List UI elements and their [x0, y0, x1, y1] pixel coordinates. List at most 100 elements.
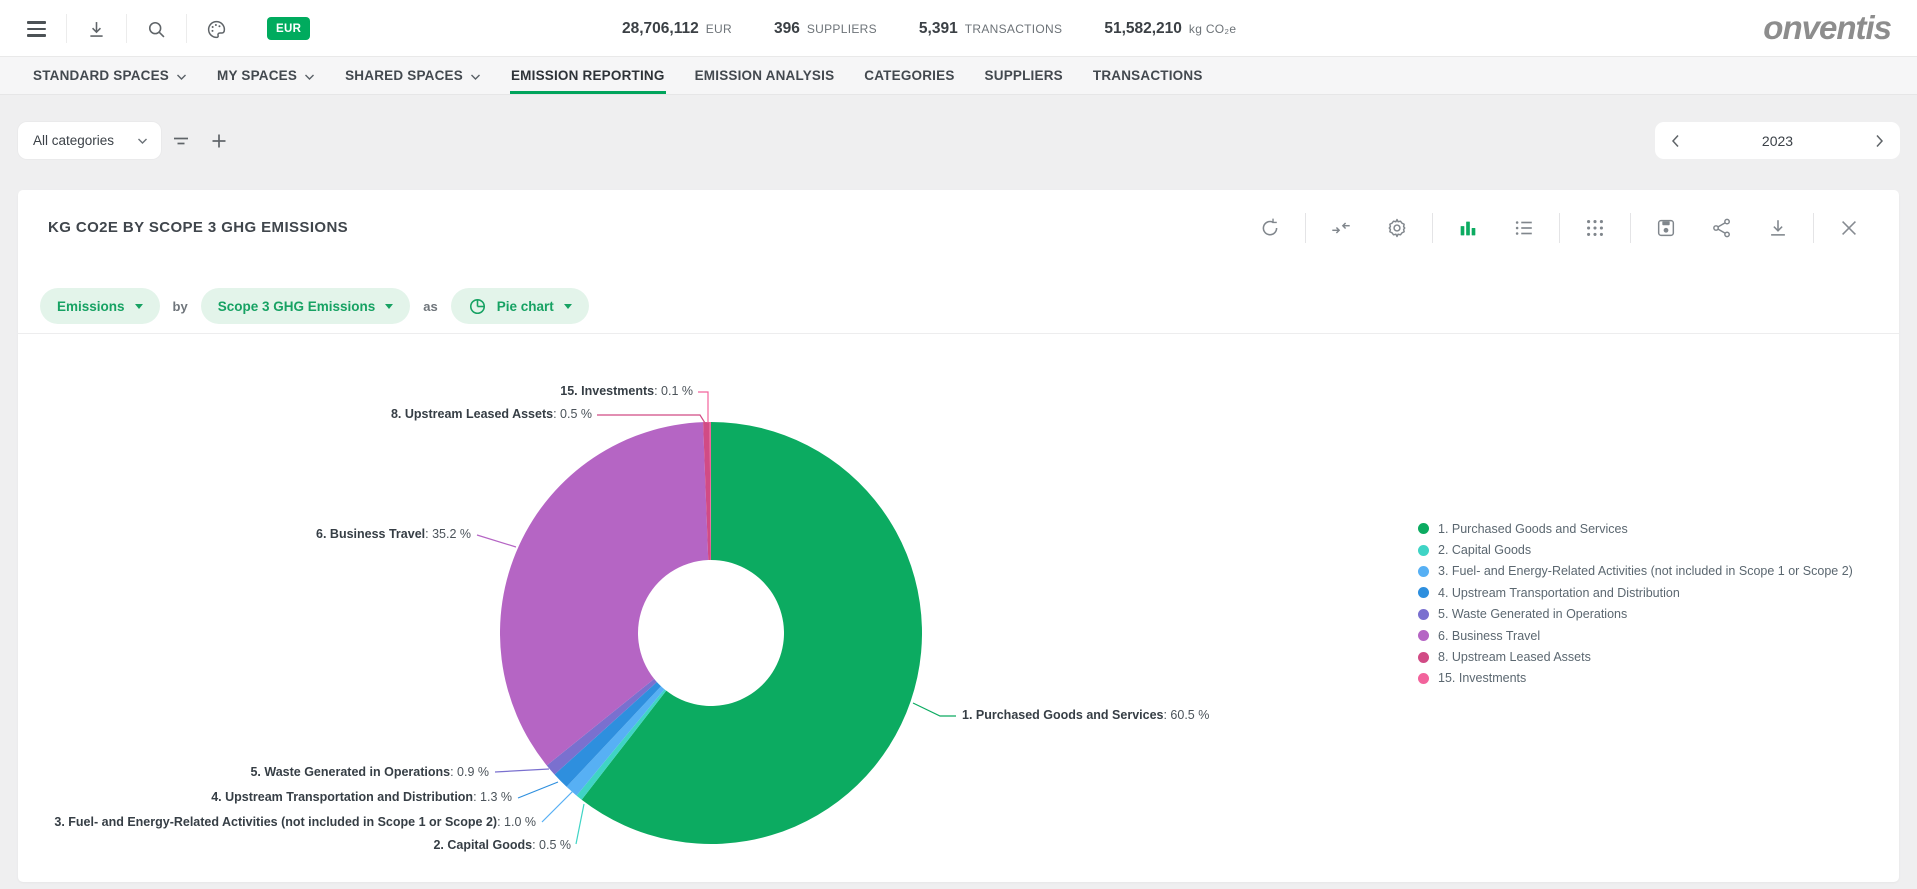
- pie-chart-icon: [468, 297, 487, 316]
- menu-icon[interactable]: [24, 17, 48, 41]
- main-nav: STANDARD SPACES MY SPACES SHARED SPACES EMI…: [0, 57, 1917, 95]
- slice-label: 2. Capital Goods: 0.5 %: [433, 838, 571, 852]
- legend-label: 1. Purchased Goods and Services: [1438, 522, 1628, 536]
- add-filter-icon[interactable]: [208, 130, 230, 152]
- slice-label: 8. Upstream Leased Assets: 0.5 %: [391, 407, 592, 421]
- merge-columns-icon[interactable]: [1330, 217, 1352, 239]
- label-leader-line: [542, 790, 574, 822]
- stat-unit: kg CO₂e: [1189, 22, 1236, 36]
- list-view-icon[interactable]: [1513, 217, 1535, 239]
- category-select[interactable]: All categories: [18, 122, 161, 159]
- grid-dots-icon[interactable]: [1584, 217, 1606, 239]
- legend-item[interactable]: 3. Fuel- and Energy-Related Activities (…: [1418, 561, 1853, 582]
- tab-label: MY SPACES: [217, 68, 297, 83]
- chevron-down-icon: [176, 73, 187, 81]
- label-leader-line: [597, 415, 705, 423]
- search-icon[interactable]: [144, 17, 168, 41]
- stat-value: 28,706,112: [622, 20, 699, 38]
- tab-label: SHARED SPACES: [345, 68, 463, 83]
- legend-label: 3. Fuel- and Energy-Related Activities (…: [1438, 564, 1853, 578]
- tab-transactions[interactable]: TRANSACTIONS: [1078, 57, 1218, 94]
- download-icon[interactable]: [84, 17, 108, 41]
- filter-row: All categories 2023: [0, 95, 1917, 190]
- measure-chip[interactable]: Emissions: [40, 288, 160, 324]
- divider: [126, 14, 127, 43]
- legend-item[interactable]: 1. Purchased Goods and Services: [1418, 518, 1853, 539]
- tab-emission-reporting[interactable]: EMISSION REPORTING: [496, 57, 680, 94]
- top-header: EUR 28,706,112EUR396SUPPLIERS5,391TRANSA…: [0, 0, 1917, 57]
- card-toolbar: [1242, 212, 1877, 244]
- chevron-down-icon: [135, 304, 143, 309]
- chart-type-chip[interactable]: Pie chart: [451, 288, 589, 324]
- filter-lines-icon[interactable]: [170, 130, 192, 152]
- year-selector: 2023: [1655, 122, 1900, 159]
- tab-standard-spaces[interactable]: STANDARD SPACES: [18, 57, 202, 94]
- legend-item[interactable]: 6. Business Travel: [1418, 625, 1853, 646]
- chevron-down-icon: [564, 304, 572, 309]
- report-card: KG CO2E BY SCOPE 3 GHG EMISSIONS: [18, 190, 1899, 882]
- legend-label: 15. Investments: [1438, 671, 1526, 685]
- by-label: by: [173, 299, 188, 314]
- header-stat: 51,582,210kg CO₂e: [1104, 20, 1236, 38]
- dimension-chip-label: Scope 3 GHG Emissions: [218, 299, 376, 314]
- onventis-logo: onventis: [1763, 9, 1891, 47]
- previous-year-button[interactable]: [1671, 134, 1680, 148]
- label-leader-line: [698, 392, 708, 423]
- header-stat: 28,706,112 EUR: [622, 20, 732, 38]
- refresh-icon[interactable]: [1259, 217, 1281, 239]
- slice-label: 4. Upstream Transportation and Distribut…: [211, 790, 512, 804]
- chart-legend: 1. Purchased Goods and Services 2. Capita…: [1418, 518, 1853, 689]
- next-year-button[interactable]: [1875, 134, 1884, 148]
- slice-label: 5. Waste Generated in Operations: 0.9 %: [250, 765, 489, 779]
- legend-item[interactable]: 2. Capital Goods: [1418, 539, 1853, 560]
- tab-categories[interactable]: CATEGORIES: [849, 57, 969, 94]
- palette-icon[interactable]: [204, 17, 228, 41]
- legend-dot-icon: [1418, 673, 1429, 684]
- tab-label: TRANSACTIONS: [1093, 68, 1203, 83]
- slice-label: 15. Investments: 0.1 %: [560, 384, 693, 398]
- header-stats: 28,706,112EUR396SUPPLIERS5,391TRANSACTIO…: [622, 0, 1236, 57]
- legend-item[interactable]: 4. Upstream Transportation and Distribut…: [1418, 582, 1853, 603]
- legend-dot-icon: [1418, 587, 1429, 598]
- pie-chart-area: 1. Purchased Goods and Services 2. Capita…: [18, 334, 1899, 882]
- stat-unit: EUR: [706, 22, 732, 36]
- year-value: 2023: [1762, 133, 1793, 149]
- legend-dot-icon: [1418, 566, 1429, 577]
- tab-label: SUPPLIERS: [985, 68, 1063, 83]
- legend-dot-icon: [1418, 523, 1429, 534]
- divider: [66, 14, 67, 43]
- tab-shared-spaces[interactable]: SHARED SPACES: [330, 57, 496, 94]
- legend-label: 8. Upstream Leased Assets: [1438, 650, 1591, 664]
- label-leader-line: [477, 535, 516, 547]
- legend-item[interactable]: 15. Investments: [1418, 668, 1853, 689]
- chart-type-chip-label: Pie chart: [497, 299, 554, 314]
- close-icon[interactable]: [1838, 217, 1860, 239]
- legend-dot-icon: [1418, 652, 1429, 663]
- legend-label: 6. Business Travel: [1438, 629, 1540, 643]
- legend-item[interactable]: 8. Upstream Leased Assets: [1418, 646, 1853, 667]
- stat-value: 396: [774, 20, 800, 38]
- dimension-chip[interactable]: Scope 3 GHG Emissions: [201, 288, 411, 324]
- slice-label: 1. Purchased Goods and Services: 60.5 %: [962, 708, 1209, 722]
- header-stat: 5,391TRANSACTIONS: [919, 20, 1062, 38]
- tab-emission-analysis[interactable]: EMISSION ANALYSIS: [680, 57, 850, 94]
- share-icon[interactable]: [1711, 217, 1733, 239]
- legend-item[interactable]: 5. Waste Generated in Operations: [1418, 604, 1853, 625]
- measure-chip-label: Emissions: [57, 299, 125, 314]
- legend-label: 2. Capital Goods: [1438, 543, 1531, 557]
- tab-my-spaces[interactable]: MY SPACES: [202, 57, 330, 94]
- download-chart-icon[interactable]: [1767, 217, 1789, 239]
- save-icon[interactable]: [1655, 217, 1677, 239]
- currency-badge[interactable]: EUR: [267, 17, 310, 40]
- card-title: KG CO2E BY SCOPE 3 GHG EMISSIONS: [48, 219, 348, 236]
- tab-label: EMISSION ANALYSIS: [695, 68, 835, 83]
- slice-label: 6. Business Travel: 35.2 %: [316, 527, 471, 541]
- as-label: as: [423, 299, 437, 314]
- bar-chart-view-icon[interactable]: [1457, 217, 1479, 239]
- settings-gear-icon[interactable]: [1386, 217, 1408, 239]
- tab-suppliers[interactable]: SUPPLIERS: [970, 57, 1078, 94]
- query-builder: Emissions by Scope 3 GHG Emissions as Pi…: [40, 288, 589, 324]
- label-leader-line: [518, 782, 558, 798]
- legend-dot-icon: [1418, 545, 1429, 556]
- legend-label: 4. Upstream Transportation and Distribut…: [1438, 586, 1680, 600]
